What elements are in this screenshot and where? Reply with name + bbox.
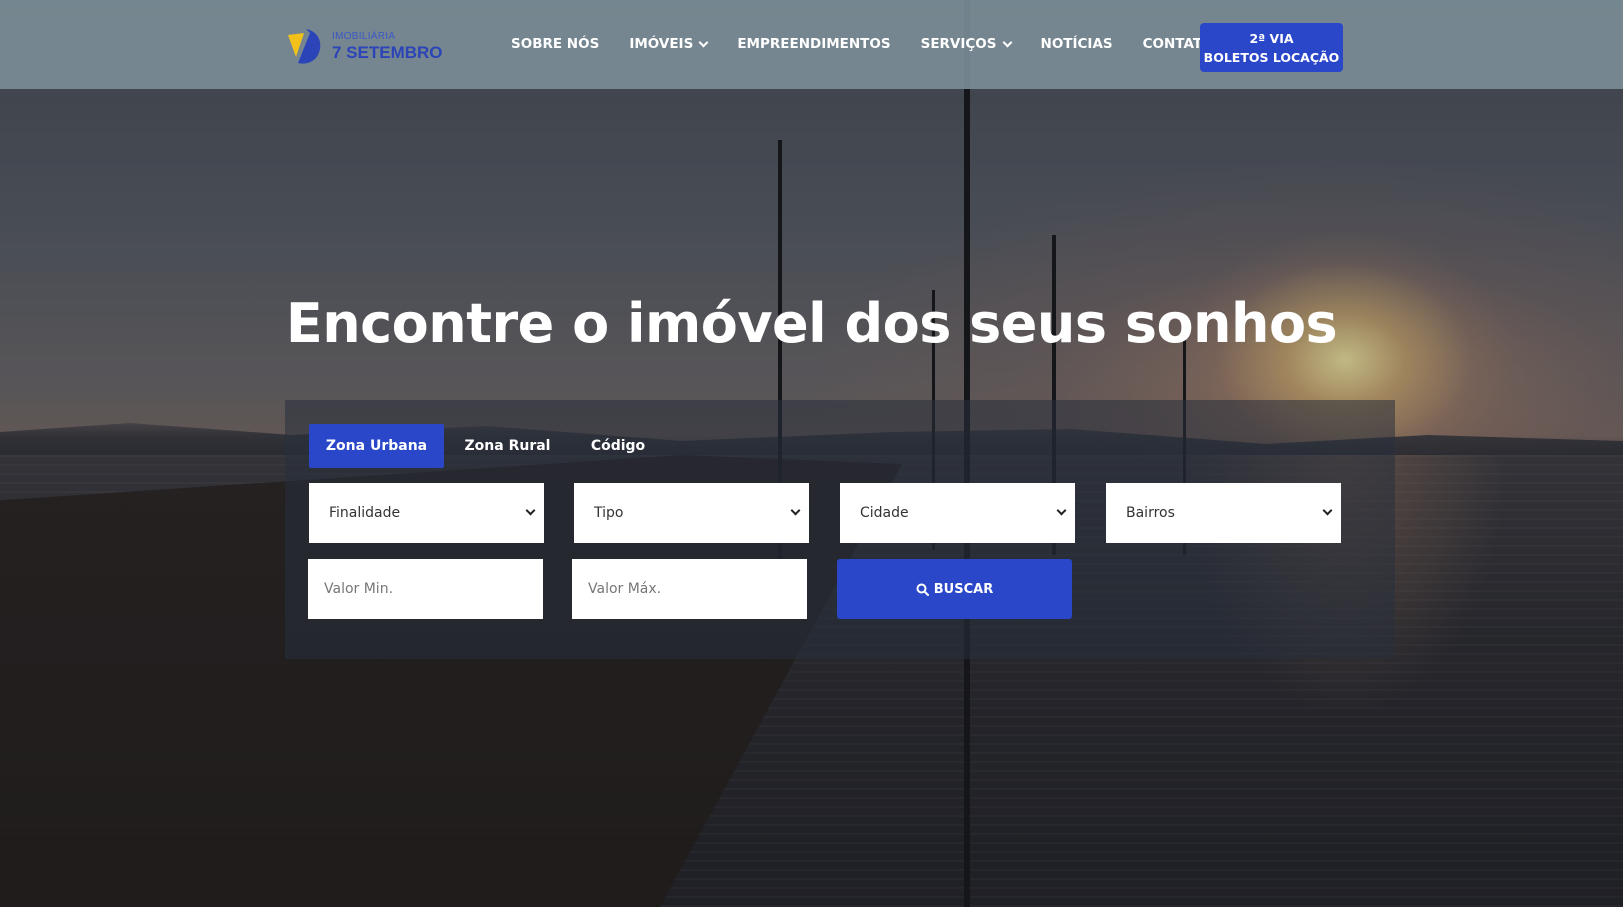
main-nav: SOBRE NÓS IMÓVEIS EMPREENDIMENTOS SERVIÇ… <box>511 34 1223 54</box>
tab-zona-urbana[interactable]: Zona Urbana <box>309 424 444 468</box>
tab-codigo[interactable]: Código <box>578 424 658 468</box>
select-value: Cidade <box>860 505 909 521</box>
valor-min-input[interactable] <box>308 559 543 619</box>
logo-name-text: 7 SETEMBRO <box>332 42 443 62</box>
nav-item-label: IMÓVEIS <box>629 36 694 52</box>
search-icon <box>916 583 929 596</box>
nav-item-servicos[interactable]: SERVIÇOS <box>920 36 1012 52</box>
chevron-down-icon <box>1322 505 1333 516</box>
nav-item-empreendimentos[interactable]: EMPREENDIMENTOS <box>737 36 890 52</box>
select-value: Bairros <box>1126 505 1175 521</box>
nav-item-noticias[interactable]: NOTÍCIAS <box>1041 36 1113 52</box>
nav-item-imoveis[interactable]: IMÓVEIS <box>629 36 709 52</box>
chevron-down-icon <box>525 505 536 516</box>
select-value: Finalidade <box>329 505 401 521</box>
site-header: IMOBILIÁRIA 7 SETEMBRO SOBRE NÓS IMÓVEIS… <box>0 0 1623 89</box>
boletos-line2: BOLETOS LOCAÇÃO <box>1203 49 1340 65</box>
logo-mark-icon <box>284 25 326 67</box>
boletos-line1: 2ª VIA <box>1249 30 1294 46</box>
chevron-down-icon <box>1056 505 1067 516</box>
chevron-down-icon <box>1002 37 1012 47</box>
logo-small-text: IMOBILIÁRIA <box>332 30 396 42</box>
logo[interactable]: IMOBILIÁRIA 7 SETEMBRO <box>284 24 444 68</box>
nav-item-label: SERVIÇOS <box>920 36 997 52</box>
tab-zona-rural[interactable]: Zona Rural <box>450 424 565 468</box>
buscar-label: BUSCAR <box>933 581 994 597</box>
bairros-select[interactable]: Bairros <box>1106 483 1341 543</box>
tab-label: Zona Urbana <box>325 438 428 454</box>
tab-label: Zona Rural <box>464 438 551 454</box>
tipo-select[interactable]: Tipo <box>574 483 809 543</box>
cidade-select[interactable]: Cidade <box>840 483 1075 543</box>
select-value: Tipo <box>594 505 624 521</box>
buscar-button[interactable]: BUSCAR <box>837 559 1072 619</box>
chevron-down-icon <box>698 37 709 47</box>
valor-max-input[interactable] <box>572 559 807 619</box>
finalidade-select[interactable]: Finalidade <box>309 483 544 543</box>
tab-label: Código <box>590 438 646 454</box>
page-title: Encontre o imóvel dos seus sonhos <box>285 292 1338 355</box>
chevron-down-icon <box>790 505 801 516</box>
nav-item-sobre-nos[interactable]: SOBRE NÓS <box>511 36 599 52</box>
nav-item-label: NOTÍCIAS <box>1040 36 1113 52</box>
nav-item-label: SOBRE NÓS <box>511 36 600 52</box>
boletos-locacao-button[interactable]: 2ª VIA BOLETOS LOCAÇÃO <box>1200 23 1343 72</box>
nav-item-label: EMPREENDIMENTOS <box>737 36 891 52</box>
